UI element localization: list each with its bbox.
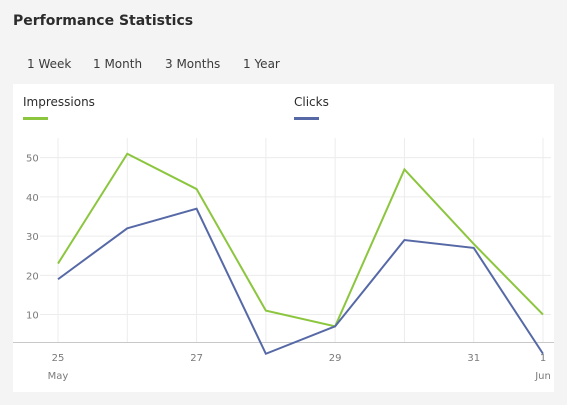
y-tick-label: 20 <box>26 271 39 282</box>
x-tick-label: 31 <box>467 353 480 364</box>
page-title: Performance Statistics <box>13 13 194 29</box>
x-tick-label: 25 <box>52 353 65 364</box>
x-tick-month-label: Jun <box>534 371 551 382</box>
series-line-impressions <box>57 152 544 328</box>
legend-impressions[interactable]: Impressions <box>23 95 95 120</box>
legend-impressions-label: Impressions <box>23 95 95 109</box>
tab-1-year[interactable]: 1 Year <box>243 57 280 71</box>
legend-clicks[interactable]: Clicks <box>294 95 329 120</box>
x-tick-label: 1 <box>540 353 546 364</box>
x-tick-label: 27 <box>190 353 203 364</box>
legend-clicks-swatch <box>294 117 319 120</box>
x-tick-label: 29 <box>329 353 342 364</box>
y-tick-label: 40 <box>26 193 39 204</box>
tab-1-month[interactable]: 1 Month <box>93 57 142 71</box>
y-tick-label: 10 <box>26 311 39 322</box>
series-line-clicks <box>57 207 544 356</box>
line-chart: 10 20 30 40 50 25 May 27 29 31 1 Jun <box>13 138 554 382</box>
y-tick-label: 50 <box>26 154 39 165</box>
chart-panel: 10 20 30 40 50 25 May 27 29 31 1 Jun Impressions Cl… <box>13 84 554 392</box>
legend-clicks-label: Clicks <box>294 95 329 109</box>
tab-1-week[interactable]: 1 Week <box>27 57 71 71</box>
tab-3-months[interactable]: 3 Months <box>165 57 220 71</box>
x-tick-month-label: May <box>48 371 69 382</box>
legend-impressions-swatch <box>23 117 48 120</box>
y-tick-label: 30 <box>26 232 39 243</box>
